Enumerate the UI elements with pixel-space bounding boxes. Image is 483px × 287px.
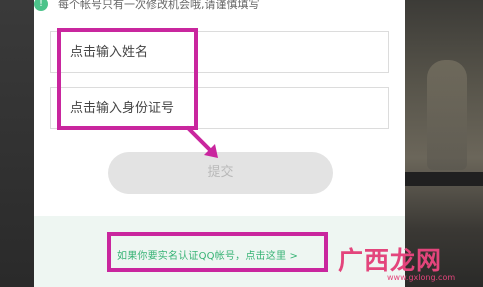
background-strip — [405, 172, 483, 186]
watermark-logo: 广西龙网 — [338, 246, 443, 275]
annotation-box-link — [107, 232, 328, 272]
info-icon: ! — [34, 0, 48, 11]
notice-text: 每个帐号只有一次修改机会哦,请谨慎填写 — [58, 0, 260, 11]
watermark-url: www.gxlong.com — [387, 273, 456, 282]
background-left — [0, 0, 34, 287]
annotation-box-fields — [57, 28, 198, 130]
notice-bar: ! 每个帐号只有一次修改机会哦,请谨慎填写 — [34, 0, 260, 12]
background-figure — [427, 60, 467, 170]
annotation-arrow-icon — [186, 126, 218, 158]
